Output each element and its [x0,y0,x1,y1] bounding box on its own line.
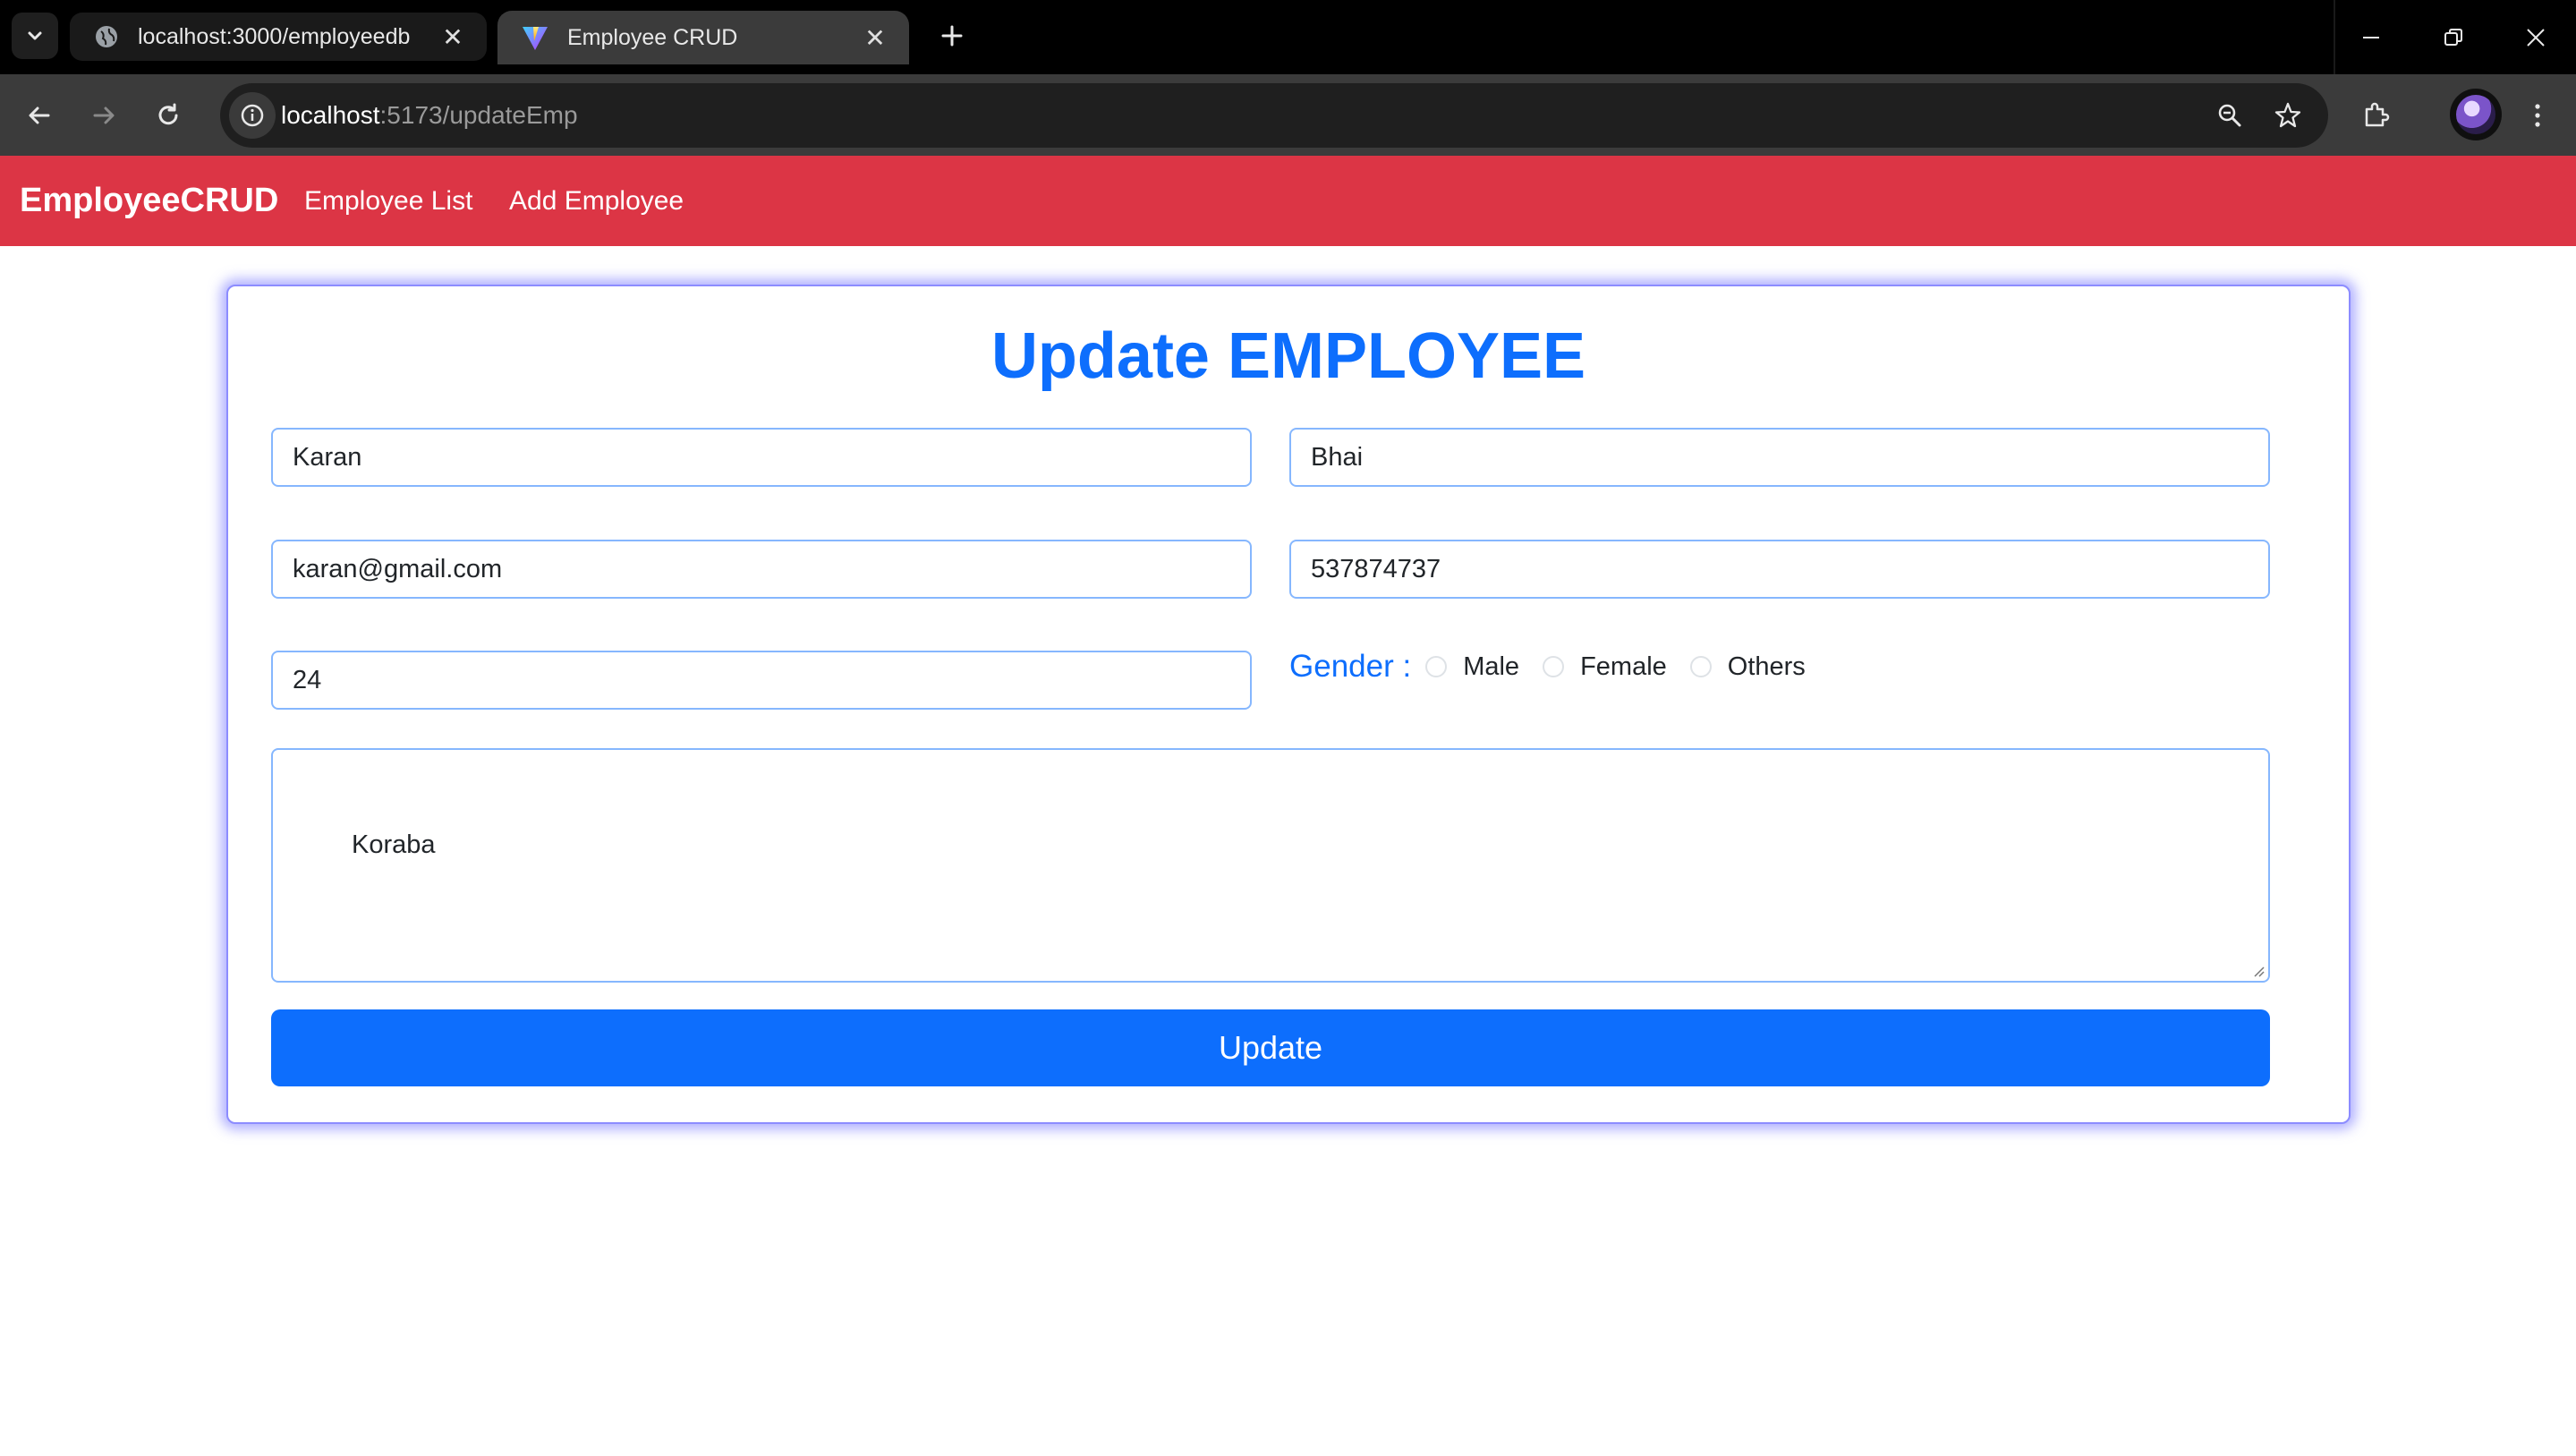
nav-link-add-employee[interactable]: Add Employee [509,156,684,246]
age-input[interactable] [271,651,1252,710]
browser-toolbar: localhost:5173/updateEmp [0,74,2576,156]
radio-label: Others [1727,651,1806,681]
extensions-puzzle-icon[interactable] [2353,92,2400,139]
tab-title: localhost:3000/employeedb [138,23,411,49]
close-tab-icon[interactable]: ✕ [861,23,889,53]
close-tab-icon[interactable]: ✕ [438,22,467,52]
tab-title: Employee CRUD [567,24,738,50]
chevron-down-icon [28,31,42,40]
radio-button[interactable] [1689,656,1712,677]
minimize-icon[interactable] [2330,0,2412,74]
new-tab-plus-icon[interactable] [931,14,973,57]
profile-avatar[interactable] [2450,89,2502,140]
vite-logo-icon [523,27,548,50]
tab-search-button[interactable] [12,13,58,59]
address-textarea[interactable]: Koraba [271,748,2270,983]
radio-label: Male [1463,651,1520,681]
radio-button[interactable] [1425,656,1448,677]
update-button[interactable]: Update [271,1009,2270,1086]
back-arrow-icon[interactable] [16,92,63,139]
last-name-input[interactable] [1289,428,2270,487]
email-input[interactable] [271,540,1252,599]
zoom-icon[interactable] [2206,92,2253,139]
gender-option-female[interactable]: Female [1543,652,1667,682]
site-info-icon[interactable] [229,92,276,139]
browser-tab-strip: localhost:3000/employeedb ✕ Employee CRU… [0,0,2576,74]
address-url[interactable]: localhost:5173/updateEmp [281,83,578,148]
reload-icon[interactable] [145,92,191,139]
gender-option-male[interactable]: Male [1425,652,1519,682]
gender-label: Gender : [1289,649,1412,684]
radio-button[interactable] [1543,656,1565,677]
page-title: Update EMPLOYEE [990,320,1586,392]
app-navbar: EmployeeCRUD Employee List Add Employee [0,156,2576,246]
browser-tab-employeedb[interactable]: localhost:3000/employeedb ✕ [70,13,487,61]
address-host: localhost [281,101,380,129]
first-name-input[interactable] [271,428,1252,487]
gender-radio-group: Gender : Male Female Others [1289,644,1829,689]
address-path: :5173/updateEmp [379,101,578,129]
close-window-icon[interactable] [2495,0,2576,74]
gender-option-others[interactable]: Others [1689,651,1806,682]
restore-icon[interactable] [2412,0,2495,74]
nav-link-employee-list[interactable]: Employee List [304,156,472,246]
brand-link[interactable]: EmployeeCRUD [20,156,278,246]
globe-icon [96,26,117,47]
browser-tab-employee-crud[interactable]: Employee CRUD ✕ [497,11,909,64]
update-employee-card: Update EMPLOYEE Gender : Male Female Oth… [226,285,2351,1124]
more-menu-icon[interactable] [2514,92,2561,139]
radio-label: Female [1580,651,1667,681]
avatar-image [2456,95,2495,134]
address-text: Koraba [352,830,436,859]
bookmark-star-icon[interactable] [2265,92,2311,139]
resize-grip-icon[interactable] [2252,965,2265,977]
phone-input[interactable] [1289,540,2270,599]
address-bar[interactable]: localhost:5173/updateEmp [220,83,2328,148]
forward-arrow-icon[interactable] [81,92,127,139]
